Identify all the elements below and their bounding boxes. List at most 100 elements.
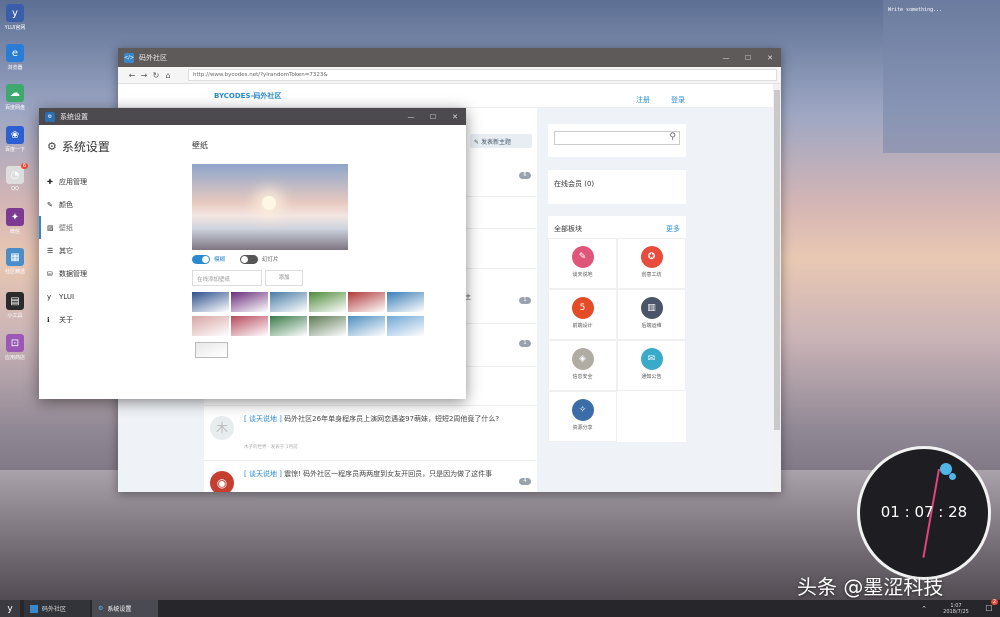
close-button[interactable]: ✕ [759,54,781,62]
forum-block[interactable]: ✪ 创意工坊 [617,238,686,289]
new-topic-label: 发表新主题 [480,139,511,146]
maximize-button[interactable]: ☐ [422,113,444,121]
wallpaper-thumbnail[interactable] [348,292,385,312]
desktop-icon-label: 应用商店 [4,355,25,361]
wallpaper-thumbnail[interactable] [387,292,424,312]
minimize-button[interactable]: — [400,113,422,121]
wallpaper-thumbnail[interactable] [192,316,229,336]
wallpaper-thumbnail[interactable] [195,342,228,358]
desktop-icon[interactable]: ▦ 社区精选 [2,248,28,275]
topic-tag[interactable]: [ 谈天说地 ] [244,415,282,423]
wallpaper-thumbnail[interactable] [309,316,346,336]
topic-title[interactable]: [ 谈天说地 ] 码外社区26年单身程序员上演网恋遇姿97萌妹，短短2周他竟了什… [244,413,524,425]
blur-toggle[interactable] [192,255,210,264]
wallpaper-thumbnail[interactable] [309,292,346,312]
new-topic-button[interactable]: ✎ 发表新主题 [470,134,532,148]
desktop-icon[interactable]: e 浏览器 [2,44,28,71]
forum-block[interactable]: ✉ 通知公告 [617,340,686,391]
site-brand[interactable]: BYCODES-码外社区 [214,91,281,101]
maximize-button[interactable]: ☐ [737,54,759,62]
sticky-note[interactable]: Write something... [883,0,1000,153]
address-bar[interactable]: http://www.bycodes.net/?ylrandomToken=73… [188,69,777,81]
settings-menu-item[interactable]: ☰ 其它 [39,239,159,262]
taskbar-item-label: 系统设置 [107,606,132,613]
avatar[interactable]: ◉ [210,471,234,492]
window-controls: — ☐ ✕ [400,113,466,121]
forum-block[interactable]: 5 前端设计 [548,289,617,340]
desktop-icon[interactable]: ✦ 微信 [2,208,28,235]
start-button[interactable]: y [0,600,20,617]
wallpaper-thumbnail[interactable] [192,292,229,312]
forum-label: 谈天说地 [572,272,593,278]
window-controls: — ☐ ✕ [715,54,781,62]
settings-menu-item[interactable]: ▨ 壁纸 [39,216,159,239]
desktop-icon[interactable]: ⊡ 应用商店 [2,334,28,361]
forum-block[interactable]: ✧ 资源分享 [548,391,617,442]
desktop-icon[interactable]: y YLUI官网 [2,4,28,31]
settings-menu-item[interactable]: ⛁ 数据管理 [39,262,159,285]
desktop-icon[interactable]: ◔ 6 QQ [2,163,28,192]
topic-meta: 木子的世界 · 发表于 1月前 [244,445,298,450]
wallpaper-thumbnail[interactable] [231,292,268,312]
login-link[interactable]: 登录 [671,95,685,105]
notification-icon[interactable]: ☐ 2 [978,599,1000,613]
forward-icon[interactable]: → [138,71,150,80]
settings-window-title: 系统设置 [60,112,88,121]
watermark: 头条 @墨涩科技 [797,575,944,599]
add-wallpaper-button[interactable]: 添加 [265,270,303,286]
desktop-icon[interactable]: ▤ 小工具 [2,292,28,319]
divider [204,405,537,406]
back-icon[interactable]: ← [126,71,138,80]
forum-block[interactable]: ▥ 后端运维 [617,289,686,340]
settings-menu-item[interactable]: y YLUI [39,285,159,308]
wallpaper-url-input[interactable]: 在线添加壁纸 [192,270,262,286]
desktop-icon[interactable]: ❀ 百度一下 [2,126,28,153]
page-scrollbar[interactable] [773,84,781,492]
wallpaper-thumbnail[interactable] [387,316,424,336]
taskbar-item-settings[interactable]: ⚙ 系统设置 [92,600,158,617]
close-button[interactable]: ✕ [444,113,466,121]
taskbar-item-label: 码外社区 [42,606,67,613]
clock-dot-small [949,473,956,480]
ylui-icon: y [47,292,52,301]
settings-titlebar[interactable]: ⚙ 系统设置 — ☐ ✕ [39,108,466,125]
wallpaper-thumbnail[interactable] [270,292,307,312]
topic-tag[interactable]: [ 谈天说地 ] [244,470,282,478]
scrollbar-thumb[interactable] [774,90,780,430]
wallpaper-thumbnail[interactable] [231,316,268,336]
settings-heading-text: 系统设置 [61,140,110,154]
desktop-icon-label: 百度一下 [4,147,25,153]
topic-item[interactable]: 木 [ 谈天说地 ] 码外社区26年单身程序员上演网恋遇姿97萌妹，短短2周他竟… [210,413,530,458]
forums-panel: 全部板块 更多 ✎ 谈天说地 ✪ 创意工坊 5 前端设计 ▥ 后端运维 ◈ 信息安全 ✉ 通知公告 ✧ 资… [548,216,686,442]
tray-arrow-icon[interactable]: ⌃ [914,605,934,613]
forum-block[interactable]: ✎ 谈天说地 [548,238,617,289]
topic-title[interactable]: [ 谈天说地 ] 震惊! 码外社区一程序员两两度到女友开回员，只是因为做了这件事 [244,468,524,480]
refresh-icon[interactable]: ↻ [150,71,162,80]
forum-label: 后端运维 [641,323,662,329]
wallpaper-thumbnail[interactable] [348,316,385,336]
settings-menu-item[interactable]: ✎ 颜色 [39,193,159,216]
app-icon: ▦ [6,248,24,266]
settings-menu-item[interactable]: ✚ 应用管理 [39,170,159,193]
clock-widget[interactable]: 01 : 07 : 28 [857,446,991,580]
topic-item[interactable]: ◉ [ 谈天说地 ] 震惊! 码外社区一程序员两两度到女友开回员，只是因为做了这… [210,468,530,492]
register-link[interactable]: 注册 [636,95,650,105]
taskbar-item-browser[interactable]: 码外社区 [24,600,90,617]
browser-titlebar[interactable]: </> 码外社区 — ☐ ✕ [118,48,781,67]
desktop-icon[interactable]: ☁ 百度网盘 [2,84,28,111]
avatar[interactable]: 木 [210,416,234,440]
wallpaper-thumbnail[interactable] [270,316,307,336]
minimize-button[interactable]: — [715,54,737,62]
search-input[interactable]: ⚲ [554,131,680,145]
topic-title-text: 震惊! 码外社区一程序员两两度到女友开回员，只是因为做了这件事 [284,470,493,478]
slideshow-toggle[interactable] [240,255,258,264]
search-icon[interactable]: ⚲ [669,132,676,142]
more-link[interactable]: 更多 [666,224,680,234]
tray-clock[interactable]: 1:07 2018/7/25 [934,603,978,615]
forum-label: 前端设计 [572,323,593,329]
settings-menu-item[interactable]: ℹ 关于 [39,308,159,331]
desktop-icon-label: 微信 [9,229,20,235]
blur-label: 模糊 [214,257,226,263]
home-icon[interactable]: ⌂ [162,71,174,80]
forum-block[interactable]: ◈ 信息安全 [548,340,617,391]
